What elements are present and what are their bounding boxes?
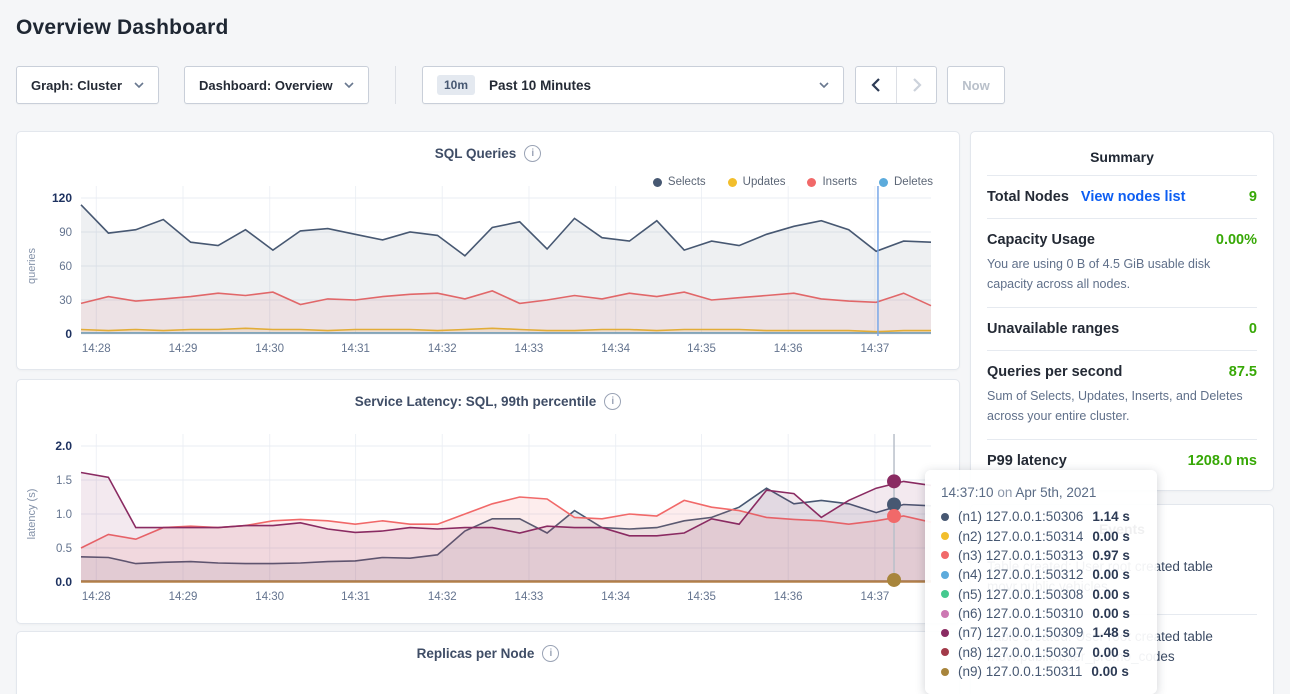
graph-dropdown-label: Graph: Cluster	[31, 78, 122, 93]
unavailable-ranges-value: 0	[1249, 321, 1257, 337]
tooltip-row: (n7) 127.0.0.1:503091.48 s	[941, 623, 1141, 642]
svg-text:14:36: 14:36	[774, 591, 803, 603]
dashboard-dropdown[interactable]: Dashboard: Overview	[184, 66, 369, 104]
svg-text:14:34: 14:34	[601, 343, 630, 355]
summary-row-capacity: Capacity Usage 0.00% You are using 0 B o…	[987, 218, 1257, 307]
svg-text:14:30: 14:30	[255, 591, 284, 603]
svg-text:60: 60	[59, 261, 72, 273]
sql-queries-chart[interactable]: 14:28 14:29 14:30 14:31 14:32 14:33 14:34 14:35…	[17, 132, 961, 371]
series-dot-icon	[941, 532, 949, 540]
page-title: Overview Dashboard	[16, 16, 1274, 40]
chart-hover-tooltip: 14:37:10 on Apr 5th, 2021 (n1) 127.0.0.1…	[925, 470, 1157, 694]
dashboard-dropdown-label: Dashboard: Overview	[199, 78, 333, 93]
toolbar: Graph: Cluster Dashboard: Overview 10m P…	[16, 66, 1274, 104]
summary-row-unavailable-ranges: Unavailable ranges 0	[987, 307, 1257, 350]
svg-text:14:33: 14:33	[515, 591, 544, 603]
svg-text:14:36: 14:36	[774, 343, 803, 355]
series-dot-icon	[941, 551, 949, 559]
tooltip-row: (n5) 127.0.0.1:503080.00 s	[941, 585, 1141, 604]
svg-text:14:34: 14:34	[601, 591, 630, 603]
svg-text:2.0: 2.0	[55, 439, 72, 453]
view-nodes-list-link[interactable]: View nodes list	[1081, 189, 1186, 205]
svg-text:120: 120	[52, 191, 72, 205]
chevron-down-icon	[819, 82, 829, 88]
summary-row-total-nodes: Total Nodes View nodes list 9	[987, 175, 1257, 218]
chevron-down-icon	[344, 82, 354, 88]
chevron-left-icon	[871, 78, 881, 92]
next-range-button[interactable]	[896, 67, 936, 103]
time-range-picker[interactable]: 10m Past 10 Minutes	[422, 66, 844, 104]
svg-text:0.5: 0.5	[56, 543, 72, 555]
svg-text:queries: queries	[26, 247, 38, 284]
tooltip-row: (n2) 127.0.0.1:503140.00 s	[941, 526, 1141, 545]
svg-text:14:31: 14:31	[341, 591, 370, 603]
sql-queries-panel: SQL Queries i SelectsUpdatesInsertsDelet…	[16, 131, 960, 370]
svg-text:14:35: 14:35	[687, 591, 716, 603]
svg-text:30: 30	[59, 295, 72, 307]
svg-text:0: 0	[65, 327, 72, 341]
latency-chart[interactable]: 14:28 14:29 14:30 14:31 14:32 14:33 14:34 14:35…	[17, 380, 961, 625]
time-step-buttons	[855, 66, 937, 104]
svg-text:14:30: 14:30	[255, 343, 284, 355]
svg-text:14:32: 14:32	[428, 343, 457, 355]
series-dot-icon	[941, 590, 949, 598]
summary-panel: Summary Total Nodes View nodes list 9 Ca…	[970, 131, 1274, 491]
svg-text:14:28: 14:28	[82, 591, 111, 603]
info-icon[interactable]: i	[542, 645, 559, 662]
previous-range-button[interactable]	[856, 67, 896, 103]
latency-panel: Service Latency: SQL, 99th percentile i …	[16, 379, 960, 624]
series-dot-icon	[941, 648, 949, 656]
capacity-usage-value: 0.00%	[1216, 232, 1257, 248]
svg-text:1.5: 1.5	[56, 475, 72, 487]
svg-text:14:29: 14:29	[169, 343, 198, 355]
chevron-down-icon	[134, 82, 144, 88]
tooltip-row: (n6) 127.0.0.1:503100.00 s	[941, 604, 1141, 623]
svg-text:0.0: 0.0	[55, 575, 72, 589]
graph-dropdown[interactable]: Graph: Cluster	[16, 66, 159, 104]
tooltip-row: (n4) 127.0.0.1:503120.00 s	[941, 565, 1141, 584]
summary-row-qps: Queries per second 87.5 Sum of Selects, …	[987, 350, 1257, 439]
series-dot-icon	[941, 629, 949, 637]
now-button[interactable]: Now	[947, 66, 1005, 104]
tooltip-row: (n3) 127.0.0.1:503130.97 s	[941, 546, 1141, 565]
svg-text:1.0: 1.0	[56, 509, 72, 521]
tooltip-timestamp: 14:37:10 on Apr 5th, 2021	[941, 485, 1141, 500]
toolbar-divider	[395, 66, 396, 104]
svg-text:14:28: 14:28	[82, 343, 111, 355]
tooltip-row: (n9) 127.0.0.1:503110.00 s	[941, 662, 1141, 681]
svg-text:14:32: 14:32	[428, 591, 457, 603]
total-nodes-value: 9	[1249, 189, 1257, 205]
svg-text:14:31: 14:31	[341, 343, 370, 355]
series-dot-icon	[941, 668, 949, 676]
svg-text:14:29: 14:29	[169, 591, 198, 603]
svg-text:14:35: 14:35	[687, 343, 716, 355]
svg-text:latency (s): latency (s)	[26, 489, 38, 540]
series-dot-icon	[941, 571, 949, 579]
series-dot-icon	[941, 610, 949, 618]
svg-text:14:37: 14:37	[861, 591, 890, 603]
p99-latency-value: 1208.0 ms	[1188, 453, 1257, 469]
svg-text:90: 90	[59, 227, 72, 239]
svg-text:14:37: 14:37	[861, 343, 890, 355]
series-dot-icon	[941, 513, 949, 521]
svg-text:14:33: 14:33	[515, 343, 544, 355]
tooltip-row: (n1) 127.0.0.1:503061.14 s	[941, 507, 1141, 526]
qps-value: 87.5	[1229, 364, 1257, 380]
time-range-badge: 10m	[437, 75, 475, 95]
replicas-panel: Replicas per Node i	[16, 631, 960, 694]
time-range-label: Past 10 Minutes	[489, 78, 591, 93]
tooltip-row: (n8) 127.0.0.1:503070.00 s	[941, 643, 1141, 662]
replicas-title: Replicas per Node	[417, 646, 535, 661]
chevron-right-icon	[912, 78, 922, 92]
summary-title: Summary	[987, 132, 1257, 175]
